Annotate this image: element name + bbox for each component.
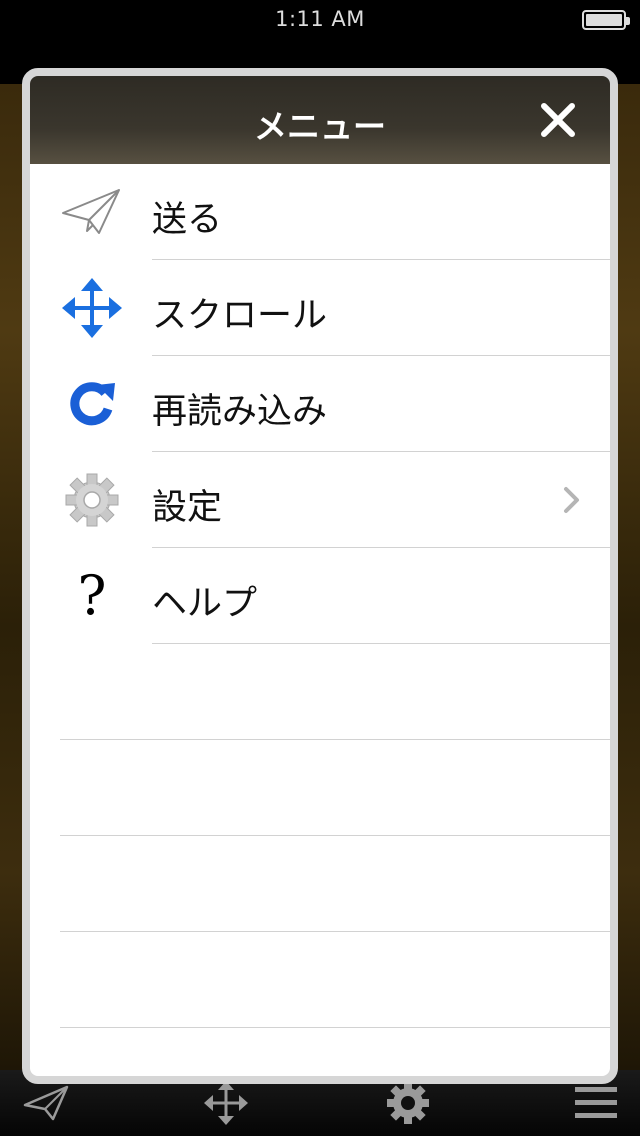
menu-item-label: ヘルプ [152, 584, 258, 624]
status-time: 1:11 AM [275, 7, 365, 31]
gear-icon [60, 470, 124, 530]
menu-header: メニュー [30, 76, 610, 164]
menu-item-reload[interactable]: 再読み込み [30, 356, 610, 452]
menu-item-scroll[interactable]: スクロール [30, 260, 610, 356]
hamburger-icon [575, 1087, 617, 1118]
menu-item-label: スクロール [152, 296, 328, 336]
menu-panel: メニュー 送る スクロール 再読み込み 設定 ? ヘルプ [22, 68, 618, 1084]
toolbar-scroll-button[interactable] [198, 1078, 254, 1128]
battery-icon [582, 10, 630, 30]
menu-item-help[interactable]: ? ヘルプ [30, 548, 610, 644]
empty-row [30, 740, 610, 836]
menu-title: メニュー [254, 107, 386, 146]
toolbar-settings-button[interactable] [380, 1078, 436, 1128]
menu-item-settings[interactable]: 設定 [30, 452, 610, 548]
paper-plane-icon [60, 182, 124, 242]
status-bar: 1:11 AM [0, 0, 640, 40]
empty-row [30, 644, 610, 740]
close-button[interactable] [540, 102, 576, 138]
menu-item-label: 送る [152, 200, 223, 240]
gear-icon [387, 1082, 429, 1124]
question-mark-icon: ? [77, 564, 107, 627]
empty-row [30, 932, 610, 1028]
menu-item-label: 再読み込み [152, 392, 328, 432]
menu-item-send[interactable]: 送る [30, 164, 610, 260]
menu-item-label: 設定 [152, 488, 223, 528]
reload-icon [60, 374, 124, 434]
toolbar-send-button[interactable] [18, 1078, 74, 1128]
paper-plane-icon [23, 1085, 69, 1121]
close-icon [541, 103, 575, 137]
toolbar-menu-button[interactable] [568, 1078, 624, 1128]
menu-list: 送る スクロール 再読み込み 設定 ? ヘルプ [30, 164, 610, 1028]
chevron-right-icon [562, 486, 582, 514]
move-arrows-icon [204, 1081, 248, 1125]
empty-row [30, 836, 610, 932]
move-arrows-icon [60, 278, 124, 338]
